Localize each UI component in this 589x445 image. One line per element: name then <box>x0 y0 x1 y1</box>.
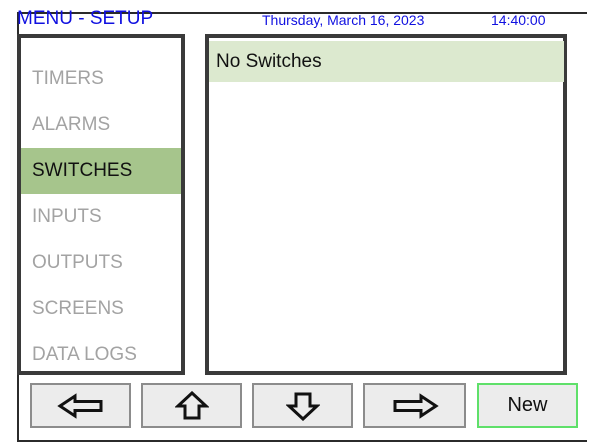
menu-item-inputs[interactable]: INPUTS <box>21 194 181 240</box>
up-button[interactable] <box>141 383 242 428</box>
menu-item-data-logs[interactable]: DATA LOGS <box>21 332 181 378</box>
down-button[interactable] <box>252 383 353 428</box>
page-title: MENU - SETUP <box>17 8 154 29</box>
menu-item-alarms[interactable]: ALARMS <box>21 102 181 148</box>
menu-item-outputs[interactable]: OUTPUTS <box>21 240 181 286</box>
arrow-right-icon <box>391 392 439 419</box>
setup-menu: TIMERS ALARMS SWITCHES INPUTS OUTPUTS SC… <box>17 34 185 375</box>
time-display: 14:40:00 <box>491 12 546 28</box>
new-button[interactable]: New <box>477 383 578 428</box>
menu-item-switches[interactable]: SWITCHES <box>21 148 181 194</box>
arrow-left-icon <box>56 392 105 419</box>
arrow-up-icon <box>174 390 209 421</box>
left-button[interactable] <box>30 383 131 428</box>
switches-list: No Switches <box>205 34 567 375</box>
list-item[interactable]: No Switches <box>209 41 564 82</box>
right-button[interactable] <box>363 383 466 428</box>
menu-item-timers[interactable]: TIMERS <box>21 56 181 102</box>
menu-item-screens[interactable]: SCREENS <box>21 286 181 332</box>
date-display: Thursday, March 16, 2023 <box>262 12 425 28</box>
arrow-down-icon <box>285 391 320 421</box>
